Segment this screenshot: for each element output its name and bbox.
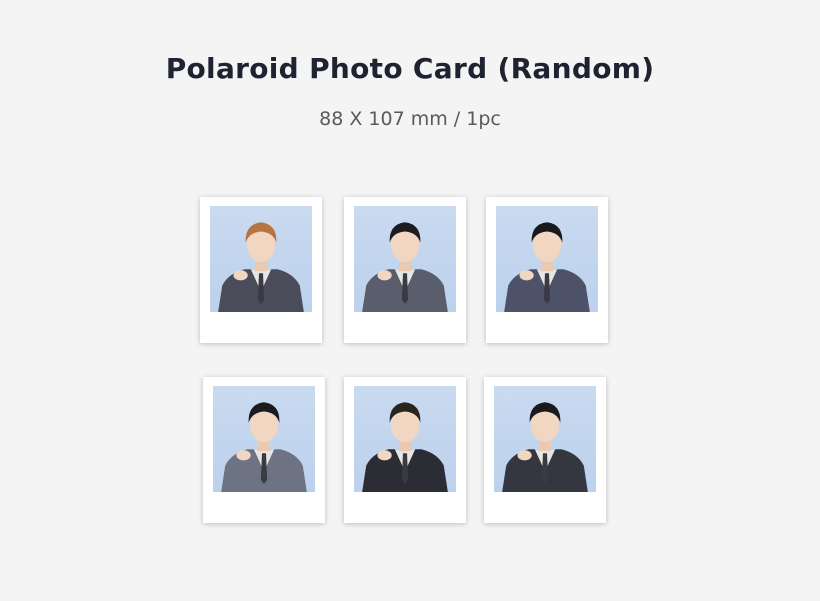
- portrait-illustration: [362, 402, 448, 492]
- polaroid-card: [486, 197, 608, 343]
- polaroid-card: [203, 377, 325, 523]
- hand-shape: [236, 450, 251, 461]
- member-portrait-1: [210, 206, 312, 312]
- member-portrait-5: [354, 386, 456, 492]
- polaroid-card: [344, 197, 466, 343]
- portrait-illustration: [502, 402, 588, 492]
- portrait-illustration: [504, 222, 590, 312]
- hand-shape: [377, 270, 392, 281]
- hand-shape: [233, 270, 248, 281]
- product-title: Polaroid Photo Card (Random): [165, 52, 655, 85]
- tie-shape: [541, 453, 549, 484]
- tie-shape: [543, 273, 551, 304]
- member-portrait-3: [496, 206, 598, 312]
- hand-shape: [519, 270, 534, 281]
- polaroid-card: [484, 377, 606, 523]
- product-spec: 88 X 107 mm / 1pc: [319, 108, 501, 130]
- member-portrait-2: [354, 206, 456, 312]
- portrait-illustration: [362, 222, 448, 312]
- member-portrait-6: [494, 386, 596, 492]
- hand-shape: [377, 450, 392, 461]
- tie-shape: [401, 453, 409, 484]
- polaroid-card: [200, 197, 322, 343]
- hand-shape: [517, 450, 532, 461]
- tie-shape: [260, 453, 268, 484]
- tie-shape: [401, 273, 409, 304]
- polaroid-card: [344, 377, 466, 523]
- portrait-illustration: [221, 402, 307, 492]
- member-portrait-4: [213, 386, 315, 492]
- tie-shape: [257, 273, 265, 304]
- portrait-illustration: [218, 222, 304, 312]
